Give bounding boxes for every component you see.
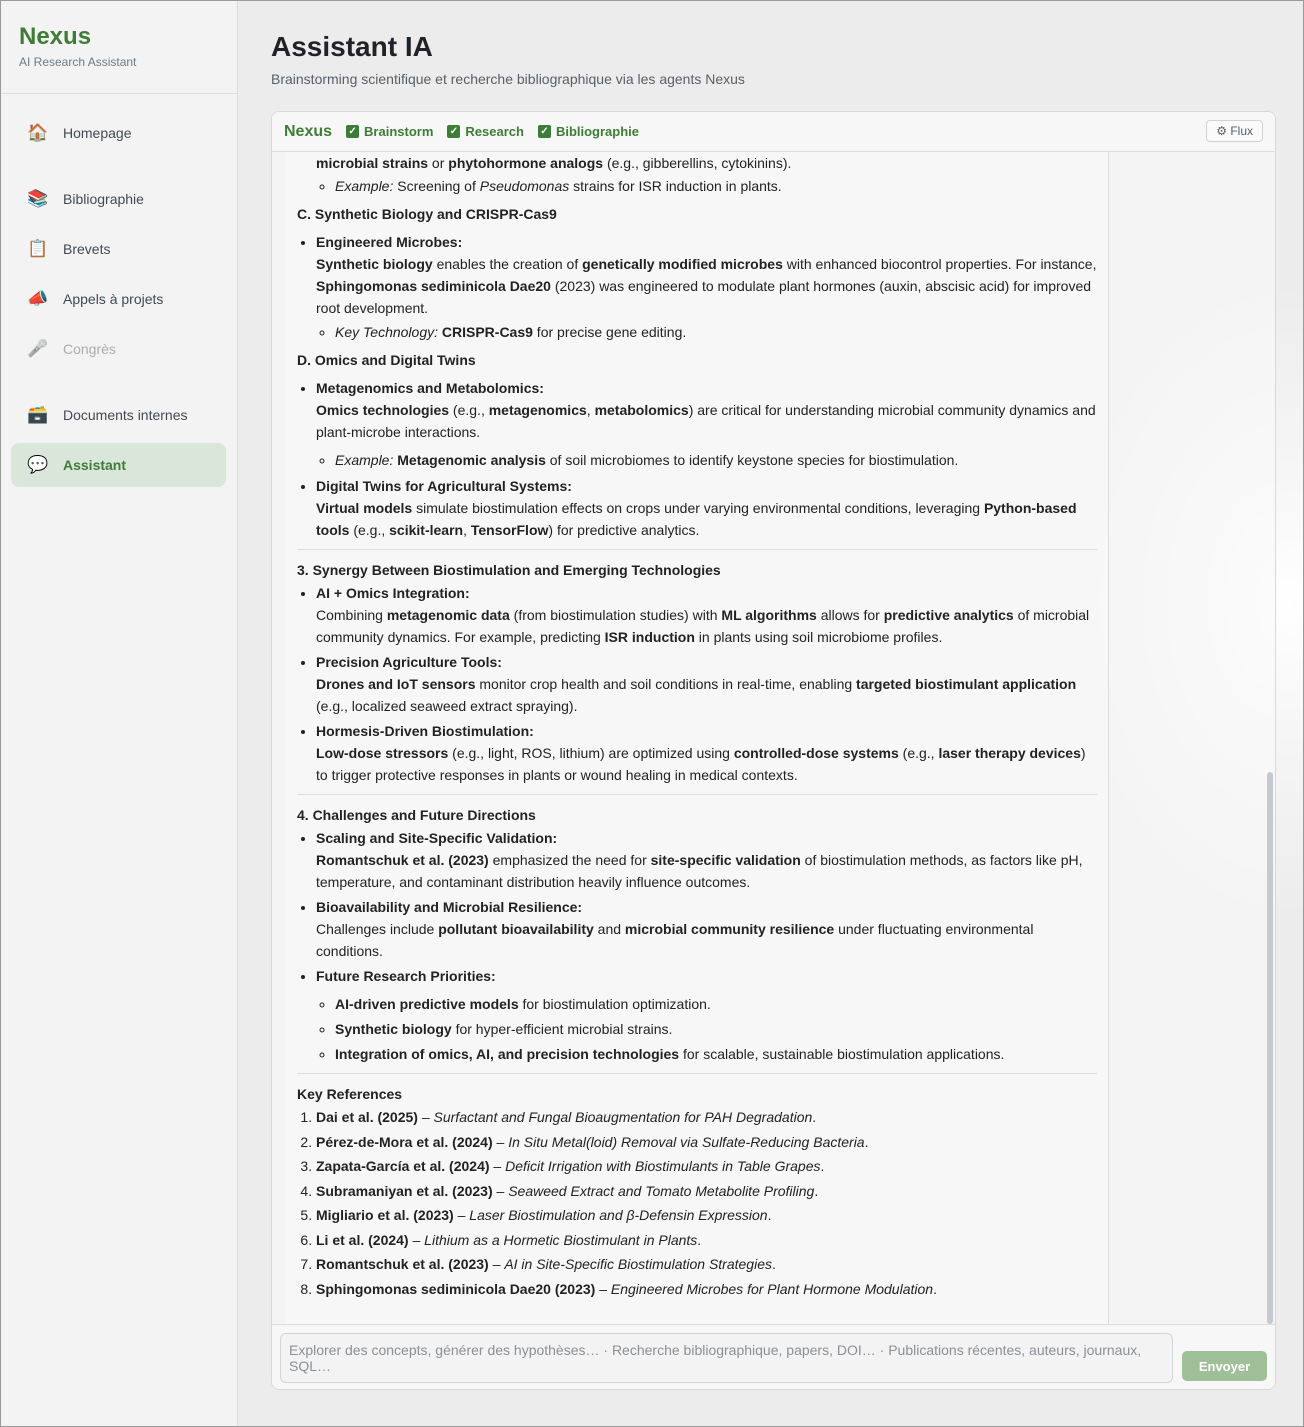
list-item: Key Technology: CRISPR-Cas9 for precise … bbox=[335, 321, 1097, 343]
brand-subtitle: AI Research Assistant bbox=[19, 55, 137, 69]
list-item: Example: Screening of Pseudomonas strain… bbox=[335, 175, 1097, 197]
reference-item: Dai et al. (2025) – Surfactant and Funga… bbox=[316, 1106, 1097, 1128]
list-item: microbial strains or phytohormone analog… bbox=[316, 152, 1097, 197]
references-heading: Key References bbox=[297, 1086, 403, 1102]
list-item: Precision Agriculture Tools: Drones and … bbox=[316, 651, 1097, 717]
list-item: Hormesis-Driven Biostimulation: Low-dose… bbox=[316, 720, 1097, 786]
sidebar-item-appels-a-projets[interactable]: 📣 Appels à projets bbox=[11, 277, 226, 321]
file-box-icon: 🗃️ bbox=[27, 405, 49, 424]
sidebar-item-brevets[interactable]: 📋 Brevets bbox=[11, 227, 226, 271]
reference-item: Pérez-de-Mora et al. (2024) – In Situ Me… bbox=[316, 1131, 1097, 1153]
sidebar-item-label: Bibliographie bbox=[63, 191, 144, 207]
list-item: Digital Twins for Agricultural Systems: … bbox=[316, 475, 1097, 541]
reference-item: Zapata-García et al. (2024) – Deficit Ir… bbox=[316, 1155, 1097, 1177]
agent-label: Research bbox=[465, 124, 524, 139]
agent-toggle-research[interactable]: ✓ Research bbox=[447, 124, 524, 139]
reference-item: Li et al. (2024) – Lithium as a Hormetic… bbox=[316, 1229, 1097, 1251]
main-content: Assistant IA Brainstorming scientifique … bbox=[239, 1, 1303, 1426]
reference-item: Subramaniyan et al. (2023) – Seaweed Ext… bbox=[316, 1180, 1097, 1202]
reference-item: Migliario et al. (2023) – Laser Biostimu… bbox=[316, 1204, 1097, 1226]
sidebar-item-bibliographie[interactable]: 📚 Bibliographie bbox=[11, 177, 226, 221]
list-item: Bioavailability and Microbial Resilience… bbox=[316, 896, 1097, 962]
divider bbox=[297, 794, 1097, 795]
list-item: AI-driven predictive models for biostimu… bbox=[335, 993, 1097, 1015]
brand-name: Nexus bbox=[19, 23, 92, 50]
sidebar-item-assistant[interactable]: 💬 Assistant bbox=[11, 443, 226, 487]
megaphone-icon: 📣 bbox=[27, 289, 49, 308]
agent-label: Brainstorm bbox=[364, 124, 434, 139]
agent-label: Bibliographie bbox=[555, 124, 639, 139]
sidebar-item-label: Documents internes bbox=[63, 407, 188, 423]
agent-toggle-brainstorm[interactable]: ✓ Brainstorm bbox=[346, 124, 433, 139]
assistant-message-content: microbial strains or phytohormone analog… bbox=[297, 152, 1097, 1302]
chat-panel-header: Nexus ✓ Brainstorm ✓ Research ✓ Bibliogr… bbox=[272, 112, 1275, 152]
sidebar-item-label: Appels à projets bbox=[63, 291, 164, 307]
sidebar-item-label: Assistant bbox=[63, 457, 127, 473]
home-icon: 🏠 bbox=[27, 123, 49, 142]
list-item: Example: Metagenomic analysis of soil mi… bbox=[335, 449, 1097, 471]
divider bbox=[297, 1073, 1097, 1074]
divider bbox=[297, 549, 1097, 550]
sidebar-item-congres: 🎤 Congrès bbox=[11, 327, 226, 371]
checkbox-checked-icon[interactable]: ✓ bbox=[537, 125, 551, 138]
reference-item: Romantschuk et al. (2023) – AI in Site-S… bbox=[316, 1253, 1097, 1275]
chat-scrollbar[interactable] bbox=[1267, 772, 1273, 1324]
sidebar-item-documents-internes[interactable]: 🗃️ Documents internes bbox=[11, 393, 226, 437]
page-subtitle: Brainstorming scientifique et recherche … bbox=[271, 71, 745, 87]
flux-button[interactable]: ⚙ Flux bbox=[1206, 120, 1263, 142]
panel-brand: Nexus bbox=[284, 122, 333, 140]
sidebar-item-label: Homepage bbox=[63, 125, 132, 141]
checkbox-checked-icon[interactable]: ✓ bbox=[346, 125, 360, 138]
list-item: Synthetic biology for hyper-efficient mi… bbox=[335, 1018, 1097, 1040]
section-heading: D. Omics and Digital Twins bbox=[297, 352, 476, 368]
checkbox-checked-icon[interactable]: ✓ bbox=[447, 125, 461, 138]
page-title: Assistant IA bbox=[271, 31, 433, 62]
list-item: Engineered Microbes: Synthetic biology e… bbox=[316, 231, 1097, 343]
message-input[interactable]: Explorer des concepts, générer des hypot… bbox=[280, 1333, 1173, 1383]
section-heading: C. Synthetic Biology and CRISPR-Cas9 bbox=[297, 206, 557, 222]
clipboard-icon: 📋 bbox=[27, 239, 49, 258]
send-button[interactable]: Envoyer bbox=[1182, 1351, 1267, 1381]
speech-bubble-icon: 💬 bbox=[27, 455, 49, 474]
list-item: Future Research Priorities: AI-driven pr… bbox=[316, 965, 1097, 1065]
sidebar-item-homepage[interactable]: 🏠 Homepage bbox=[11, 111, 226, 155]
agent-toggle-bibliographie[interactable]: ✓ Bibliographie bbox=[537, 124, 639, 139]
sidebar-item-label: Brevets bbox=[63, 241, 111, 257]
sidebar-item-label: Congrès bbox=[63, 341, 116, 357]
section-heading: 3. Synergy Between Biostimulation and Em… bbox=[297, 562, 721, 578]
message-composer: Explorer des concepts, générer des hypot… bbox=[272, 1324, 1275, 1389]
assistant-message: microbial strains or phytohormone analog… bbox=[285, 152, 1109, 1324]
references-list: Dai et al. (2025) – Surfactant and Funga… bbox=[297, 1106, 1097, 1300]
books-icon: 📚 bbox=[27, 189, 49, 208]
microphone-icon: 🎤 bbox=[27, 339, 49, 358]
list-item: Scaling and Site-Specific Validation: Ro… bbox=[316, 827, 1097, 893]
list-item: Metagenomics and Metabolomics: Omics tec… bbox=[316, 377, 1097, 471]
chat-messages[interactable]: microbial strains or phytohormone analog… bbox=[272, 152, 1275, 1324]
list-item: Integration of omics, AI, and precision … bbox=[335, 1043, 1097, 1065]
sidebar: Nexus AI Research Assistant 🏠 Homepage 📚… bbox=[1, 1, 238, 1426]
section-heading: 4. Challenges and Future Directions bbox=[297, 807, 536, 823]
reference-item: Sphingomonas sediminicola Dae20 (2023) –… bbox=[316, 1278, 1097, 1300]
list-item: AI + Omics Integration: Combining metage… bbox=[316, 582, 1097, 648]
chat-panel: Nexus ✓ Brainstorm ✓ Research ✓ Bibliogr… bbox=[271, 111, 1276, 1390]
sidebar-brand: Nexus AI Research Assistant bbox=[1, 1, 237, 94]
